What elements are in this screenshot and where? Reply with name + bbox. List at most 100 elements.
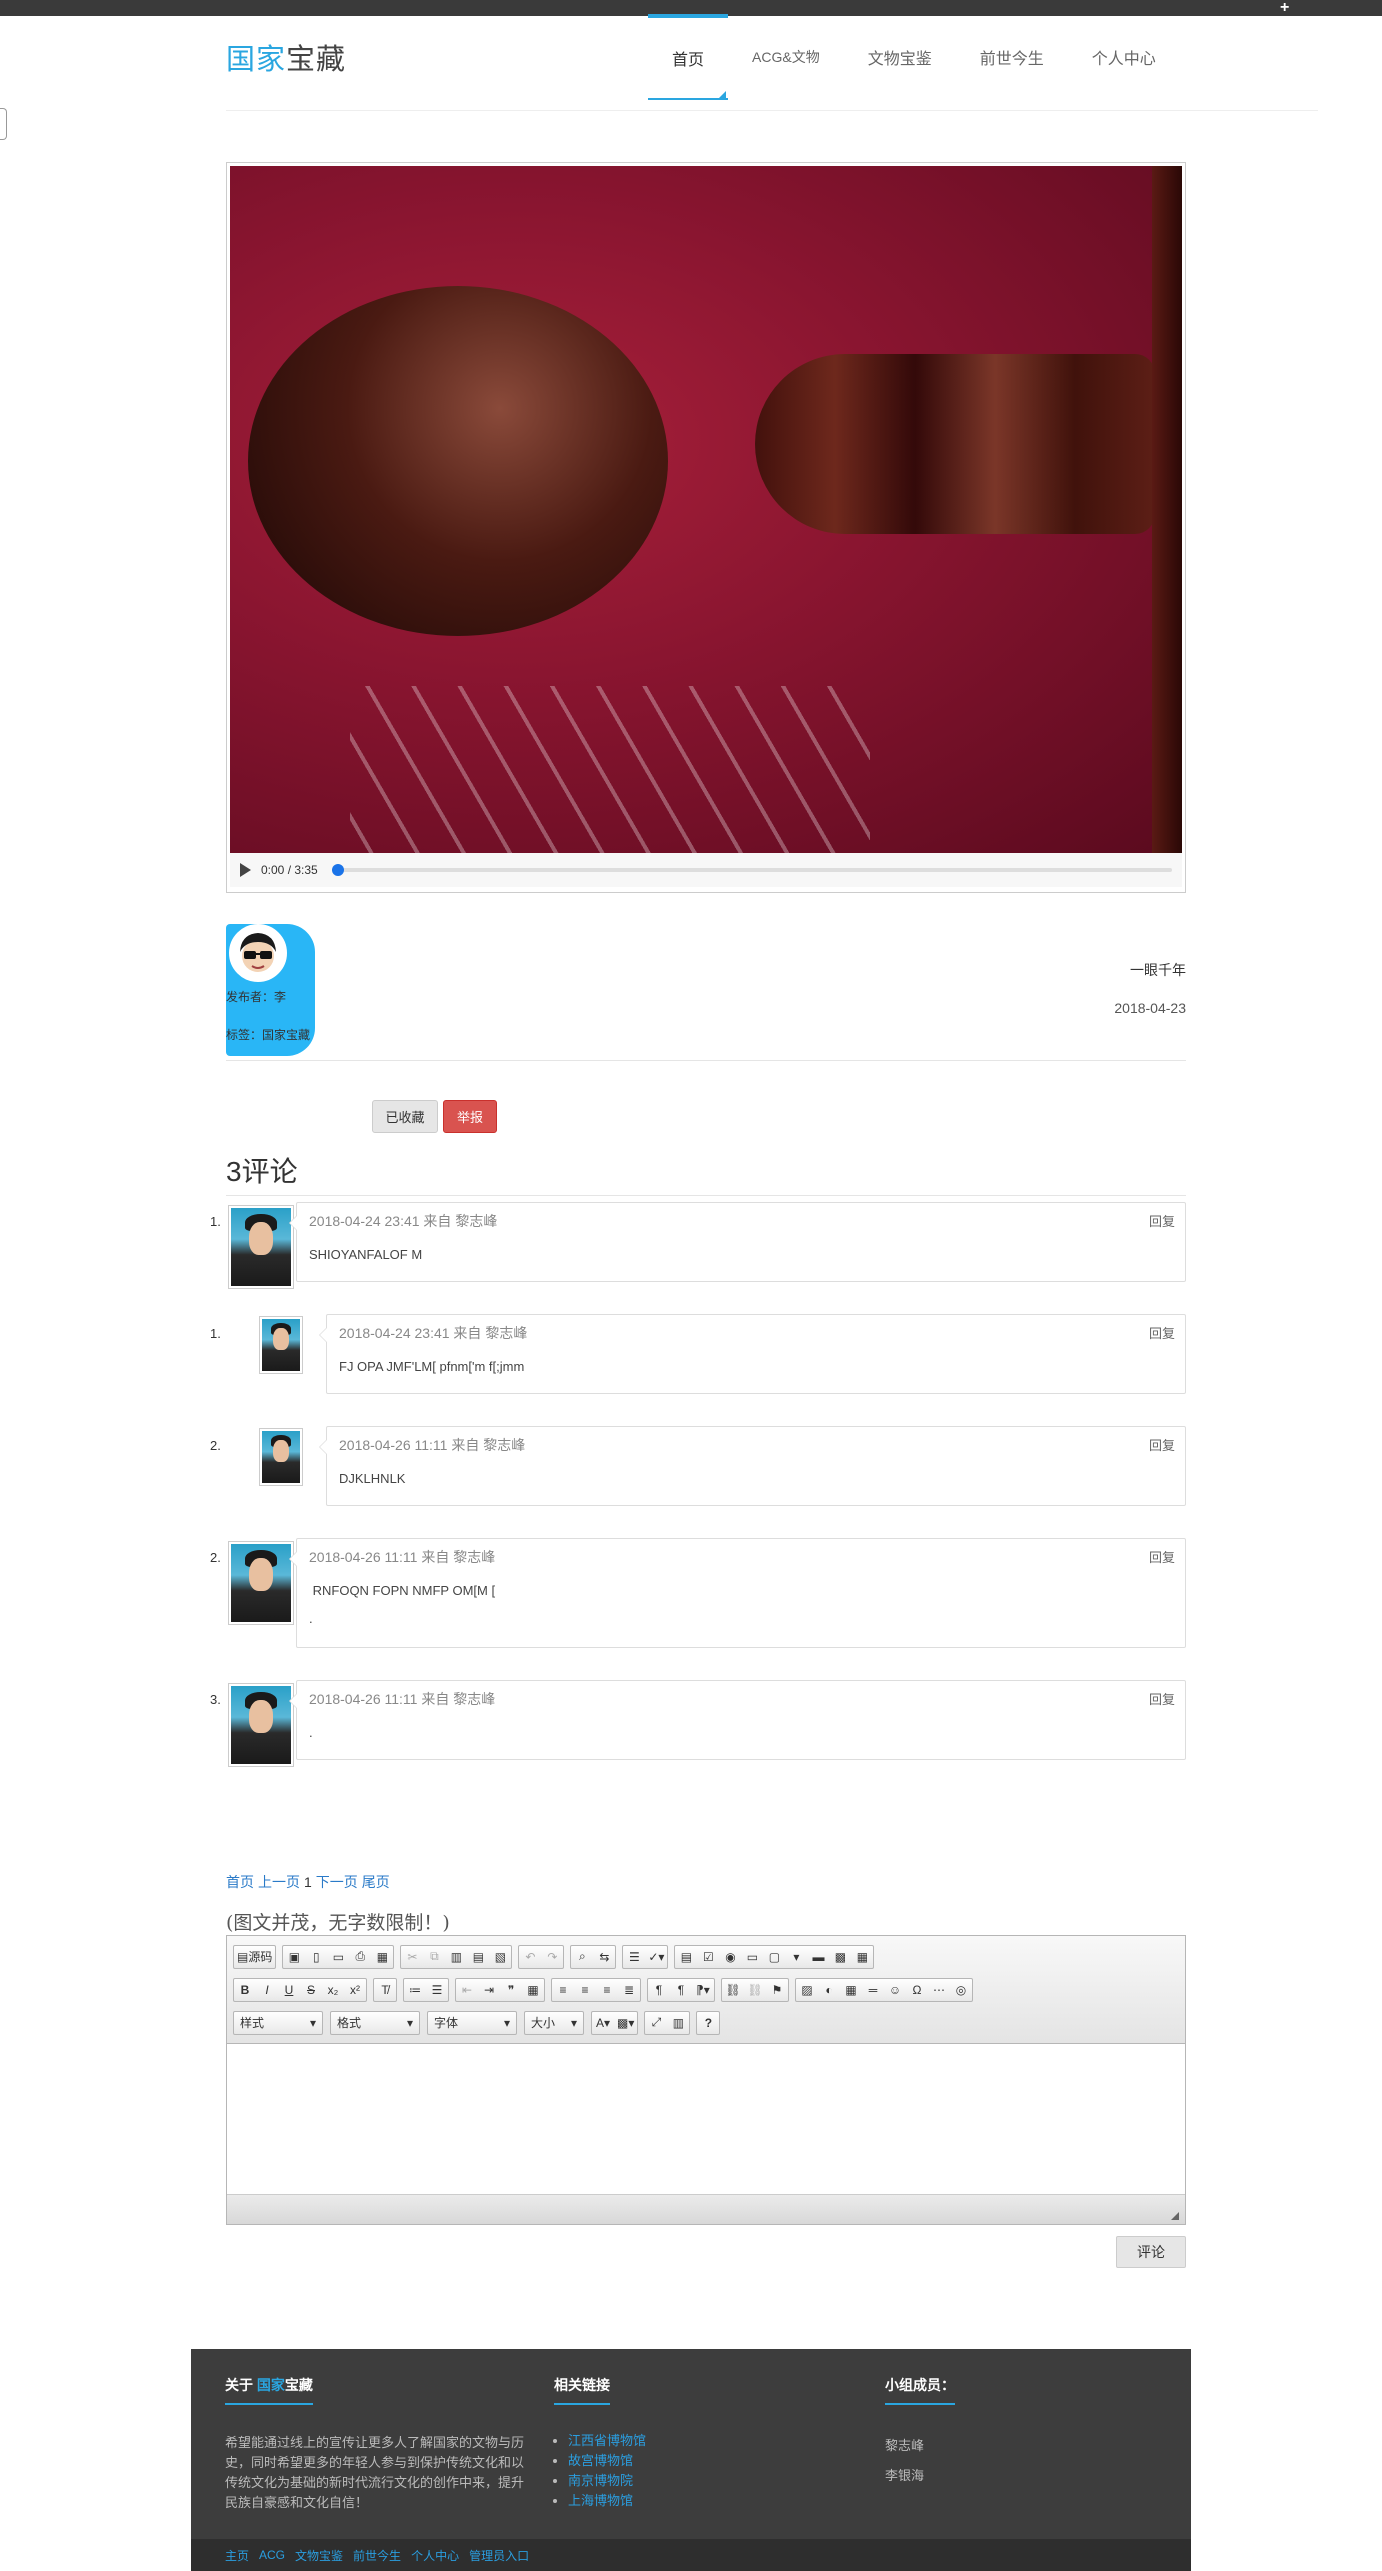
select-all-icon[interactable]: ☰: [623, 1946, 645, 1968]
flash-icon[interactable]: ◐: [818, 1979, 840, 2001]
commenter-avatar[interactable]: [228, 1541, 294, 1625]
plus-icon[interactable]: +: [1280, 0, 1289, 16]
styles-select[interactable]: 样式 ▾: [233, 2010, 323, 2035]
copy-icon[interactable]: ⧉: [423, 1946, 445, 1968]
nav-acg[interactable]: ACG&文物: [728, 14, 844, 100]
reply-button[interactable]: 回复: [1149, 1211, 1175, 1230]
align-right-icon[interactable]: ≡: [596, 1979, 618, 2001]
reply-button[interactable]: 回复: [1149, 1547, 1175, 1566]
new-page-icon[interactable]: ▯: [305, 1946, 327, 1968]
submit-comment-button[interactable]: 评论: [1116, 2236, 1186, 2268]
play-icon[interactable]: [240, 863, 251, 877]
select-icon[interactable]: ▾: [785, 1946, 807, 1968]
cut-icon[interactable]: ✂: [401, 1946, 423, 1968]
rtl-icon[interactable]: ¶: [670, 1979, 692, 2001]
resize-grip-icon[interactable]: [1171, 2212, 1179, 2220]
bulleted-list-icon[interactable]: ☰: [426, 1979, 448, 2001]
link-icon[interactable]: ⛓: [722, 1979, 744, 2001]
link-shanghai-museum[interactable]: 上海博物馆: [568, 2493, 633, 2508]
form-icon[interactable]: ▤: [675, 1946, 697, 1968]
nav-relics[interactable]: 文物宝鉴: [844, 14, 956, 100]
subscript-icon[interactable]: x₂: [322, 1979, 344, 2001]
button-icon[interactable]: ▬: [807, 1946, 829, 1968]
outdent-icon[interactable]: ⇤: [456, 1979, 478, 2001]
video-player[interactable]: 0:00 / 3:35: [226, 162, 1186, 893]
underline-icon[interactable]: U: [278, 1979, 300, 2001]
find-icon[interactable]: ⌕: [571, 1946, 593, 1968]
smiley-icon[interactable]: ☺: [884, 1979, 906, 2001]
reply-button[interactable]: 回复: [1149, 1323, 1175, 1342]
paste-icon[interactable]: ▥: [445, 1946, 467, 1968]
hiddenfield-icon[interactable]: ▦: [851, 1946, 873, 1968]
undo-icon[interactable]: ↶: [519, 1946, 541, 1968]
nav-profile[interactable]: 个人中心: [1068, 14, 1180, 100]
bg-color-icon[interactable]: ▩▾: [614, 2012, 637, 2034]
video-seek-bar[interactable]: [331, 864, 1172, 876]
align-left-icon[interactable]: ≡: [552, 1979, 574, 2001]
div-icon[interactable]: ▦: [522, 1979, 544, 2001]
nav-history[interactable]: 前世今生: [956, 14, 1068, 100]
commenter-avatar[interactable]: [228, 1683, 294, 1767]
author-avatar[interactable]: [229, 924, 287, 982]
link-palace-museum[interactable]: 故宫博物馆: [568, 2453, 633, 2468]
language-icon[interactable]: ⁋▾: [692, 1979, 714, 2001]
special-char-icon[interactable]: Ω: [906, 1979, 928, 2001]
paste-word-icon[interactable]: ▧: [489, 1946, 511, 1968]
textfield-icon[interactable]: ▭: [741, 1946, 763, 1968]
favorited-button[interactable]: 已收藏: [372, 1100, 438, 1133]
indent-icon[interactable]: ⇥: [478, 1979, 500, 2001]
page-first-link[interactable]: 首页: [226, 1874, 254, 1890]
superscript-icon[interactable]: x²: [344, 1979, 366, 2001]
font-select[interactable]: 字体 ▾: [427, 2010, 517, 2035]
text-color-icon[interactable]: A▾: [592, 2012, 614, 2034]
format-select[interactable]: 格式 ▾: [330, 2010, 420, 2035]
justify-icon[interactable]: ≣: [618, 1979, 640, 2001]
iframe-icon[interactable]: ◎: [950, 1979, 972, 2001]
nav-home[interactable]: 首页: [648, 14, 729, 100]
footer-link-acg[interactable]: ACG: [259, 2548, 285, 2562]
video-frame[interactable]: [230, 166, 1182, 853]
side-tab-handle[interactable]: [0, 108, 7, 140]
imagebutton-icon[interactable]: ▩: [829, 1946, 851, 1968]
anchor-icon[interactable]: ⚑: [766, 1979, 788, 2001]
save-icon[interactable]: ▣: [283, 1946, 305, 1968]
unlink-icon[interactable]: ⛓: [744, 1979, 766, 2001]
maximize-icon[interactable]: ⤢: [645, 2012, 667, 2034]
size-select[interactable]: 大小 ▾: [524, 2010, 584, 2035]
hr-icon[interactable]: ═: [862, 1979, 884, 2001]
numbered-list-icon[interactable]: ≔: [404, 1979, 426, 2001]
page-prev-link[interactable]: 上一页: [258, 1874, 300, 1890]
site-logo[interactable]: 国家宝藏: [226, 36, 346, 78]
reply-button[interactable]: 回复: [1149, 1689, 1175, 1708]
footer-link-home[interactable]: 主页: [225, 2547, 249, 2564]
commenter-avatar[interactable]: [259, 1428, 303, 1486]
italic-icon[interactable]: I: [256, 1979, 278, 2001]
editor-content-area[interactable]: [227, 2044, 1185, 2194]
page-next-link[interactable]: 下一页: [316, 1874, 358, 1890]
paste-text-icon[interactable]: ▤: [467, 1946, 489, 1968]
align-center-icon[interactable]: ≡: [574, 1979, 596, 2001]
help-icon[interactable]: ?: [697, 2012, 719, 2034]
spellcheck-icon[interactable]: ✓▾: [645, 1946, 667, 1968]
strike-icon[interactable]: S: [300, 1979, 322, 2001]
textarea-icon[interactable]: ▢: [763, 1946, 785, 1968]
show-blocks-icon[interactable]: ▥: [667, 2012, 689, 2034]
blockquote-icon[interactable]: ❞: [500, 1979, 522, 2001]
footer-link-admin[interactable]: 管理员入口: [469, 2547, 529, 2564]
replace-icon[interactable]: ⇆: [593, 1946, 615, 1968]
link-jiangxi-museum[interactable]: 江西省博物馆: [568, 2433, 646, 2448]
footer-link-relics[interactable]: 文物宝鉴: [295, 2547, 343, 2564]
source-button[interactable]: ▤ 源码: [234, 1946, 275, 1968]
reply-button[interactable]: 回复: [1149, 1435, 1175, 1454]
bold-icon[interactable]: B: [234, 1979, 256, 2001]
link-nanjing-museum[interactable]: 南京博物院: [568, 2473, 633, 2488]
image-icon[interactable]: ▨: [796, 1979, 818, 2001]
commenter-avatar[interactable]: [259, 1316, 303, 1374]
checkbox-icon[interactable]: ☑: [697, 1946, 719, 1968]
table-icon[interactable]: ▦: [840, 1979, 862, 2001]
footer-link-profile[interactable]: 个人中心: [411, 2547, 459, 2564]
template-icon[interactable]: ▦: [371, 1946, 393, 1968]
print-icon[interactable]: ⎙: [349, 1946, 371, 1968]
page-last-link[interactable]: 尾页: [362, 1874, 390, 1890]
footer-link-history[interactable]: 前世今生: [353, 2547, 401, 2564]
